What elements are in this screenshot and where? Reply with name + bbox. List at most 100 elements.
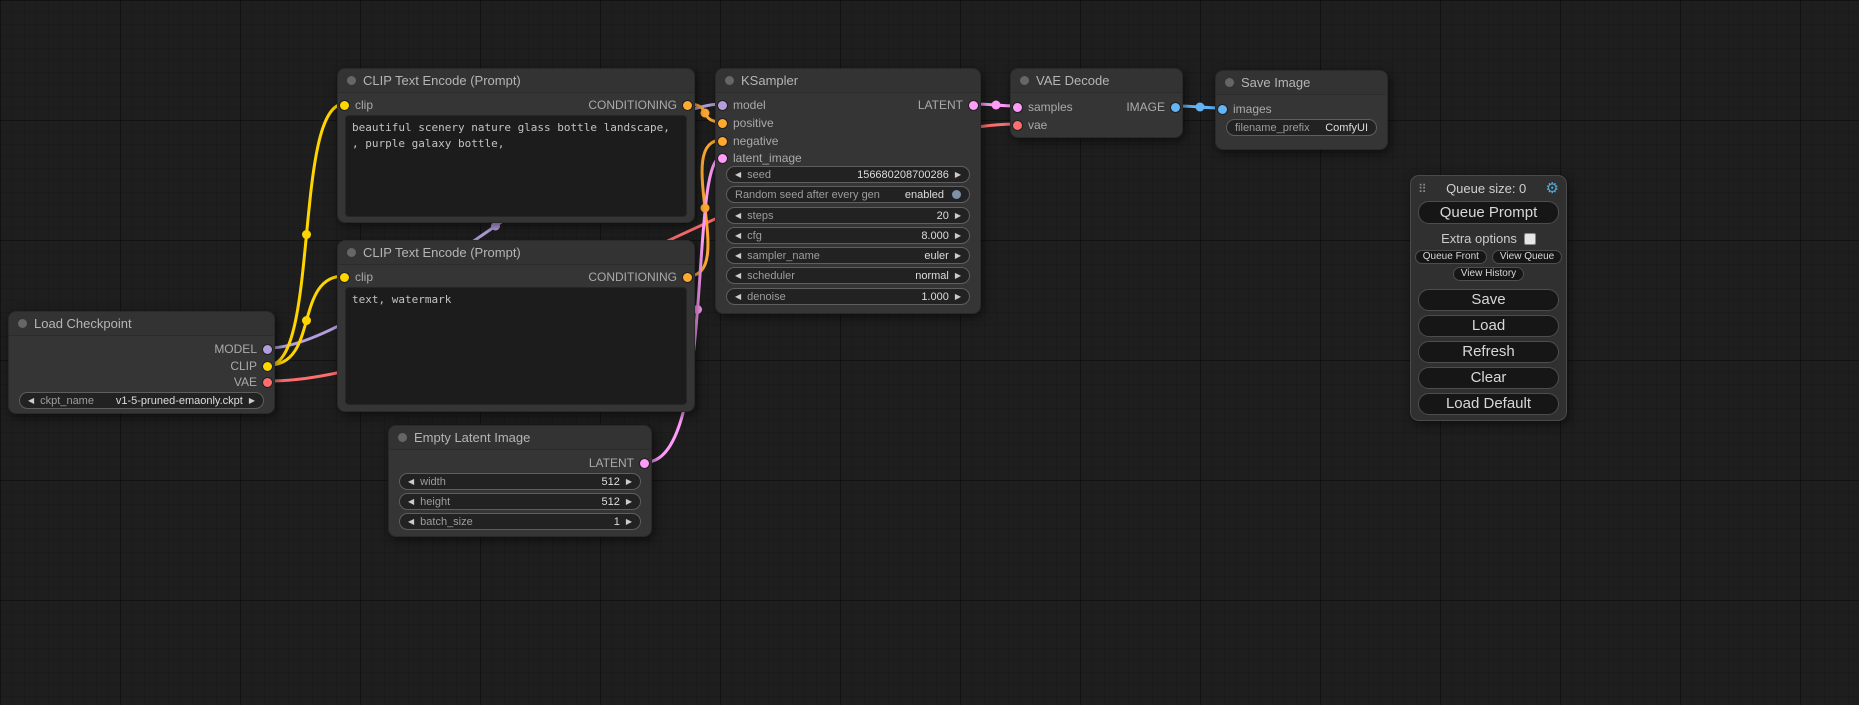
- output-slot-latent[interactable]: LATENT: [589, 455, 649, 471]
- widget-filename-prefix[interactable]: filename_prefix ComfyUI: [1226, 119, 1377, 136]
- slot-dot-image[interactable]: [1171, 103, 1180, 112]
- decrement-arrow-icon[interactable]: ◀: [735, 171, 741, 179]
- slot-dot-clip[interactable]: [340, 101, 349, 110]
- slot-dot-vae[interactable]: [263, 378, 272, 387]
- output-slot-model[interactable]: MODEL: [214, 341, 272, 357]
- output-slot-latent[interactable]: LATENT: [918, 97, 978, 113]
- slot-dot-conditioning[interactable]: [718, 119, 727, 128]
- increment-arrow-icon[interactable]: ▶: [249, 397, 255, 405]
- increment-arrow-icon[interactable]: ▶: [626, 498, 632, 506]
- slot-dot-conditioning[interactable]: [718, 137, 727, 146]
- output-slot-conditioning[interactable]: CONDITIONING: [588, 269, 692, 285]
- decrement-arrow-icon[interactable]: ◀: [408, 518, 414, 526]
- load-button[interactable]: Load: [1418, 315, 1559, 337]
- increment-arrow-icon[interactable]: ▶: [626, 518, 632, 526]
- load-default-button[interactable]: Load Default: [1418, 393, 1559, 415]
- node-clip-text-encode-positive[interactable]: CLIP Text Encode (Prompt) clip CONDITION…: [337, 68, 695, 223]
- output-slot-clip[interactable]: CLIP: [230, 358, 272, 374]
- node-title-bar[interactable]: Load Checkpoint: [9, 312, 274, 336]
- input-slot-latent-image[interactable]: latent_image: [718, 150, 802, 166]
- input-slot-model[interactable]: model: [718, 97, 766, 113]
- decrement-arrow-icon[interactable]: ◀: [735, 212, 741, 220]
- slot-dot-clip[interactable]: [263, 362, 272, 371]
- collapse-dot-icon[interactable]: [398, 433, 407, 442]
- input-slot-images[interactable]: images: [1218, 101, 1272, 117]
- clear-button[interactable]: Clear: [1418, 367, 1559, 389]
- decrement-arrow-icon[interactable]: ◀: [28, 397, 34, 405]
- output-slot-conditioning[interactable]: CONDITIONING: [588, 97, 692, 113]
- node-title-bar[interactable]: CLIP Text Encode (Prompt): [338, 69, 694, 93]
- queue-front-button[interactable]: Queue Front: [1415, 250, 1487, 264]
- widget-width[interactable]: ◀ width 512 ▶: [399, 473, 641, 490]
- node-vae-decode[interactable]: VAE Decode samples vae IMAGE: [1010, 68, 1183, 138]
- increment-arrow-icon[interactable]: ▶: [955, 293, 961, 301]
- widget-height[interactable]: ◀ height 512 ▶: [399, 493, 641, 510]
- input-slot-clip[interactable]: clip: [340, 269, 373, 285]
- slot-dot-conditioning[interactable]: [683, 101, 692, 110]
- collapse-dot-icon[interactable]: [347, 248, 356, 257]
- slot-dot-latent[interactable]: [969, 101, 978, 110]
- increment-arrow-icon[interactable]: ▶: [955, 232, 961, 240]
- view-queue-button[interactable]: View Queue: [1492, 250, 1562, 264]
- node-load-checkpoint[interactable]: Load Checkpoint MODEL CLIP VAE ◀ ckpt_na…: [8, 311, 275, 414]
- collapse-dot-icon[interactable]: [725, 76, 734, 85]
- prompt-textarea[interactable]: beautiful scenery nature glass bottle la…: [345, 115, 687, 217]
- decrement-arrow-icon[interactable]: ◀: [735, 232, 741, 240]
- slot-dot-latent[interactable]: [640, 459, 649, 468]
- queue-prompt-button[interactable]: Queue Prompt: [1418, 201, 1559, 224]
- increment-arrow-icon[interactable]: ▶: [955, 272, 961, 280]
- decrement-arrow-icon[interactable]: ◀: [735, 293, 741, 301]
- input-slot-clip[interactable]: clip: [340, 97, 373, 113]
- slot-dot-model[interactable]: [263, 345, 272, 354]
- collapse-dot-icon[interactable]: [18, 319, 27, 328]
- node-clip-text-encode-negative[interactable]: CLIP Text Encode (Prompt) clip CONDITION…: [337, 240, 695, 412]
- slot-dot-vae[interactable]: [1013, 121, 1022, 130]
- input-slot-samples[interactable]: samples: [1013, 99, 1073, 115]
- node-title-bar[interactable]: KSampler: [716, 69, 980, 93]
- slot-dot-latent[interactable]: [718, 154, 727, 163]
- output-slot-image[interactable]: IMAGE: [1126, 99, 1180, 115]
- widget-batch-size[interactable]: ◀ batch_size 1 ▶: [399, 513, 641, 530]
- node-ksampler[interactable]: KSampler model positive negative latent_…: [715, 68, 981, 314]
- increment-arrow-icon[interactable]: ▶: [626, 478, 632, 486]
- node-title-bar[interactable]: Empty Latent Image: [389, 426, 651, 450]
- collapse-dot-icon[interactable]: [1020, 76, 1029, 85]
- decrement-arrow-icon[interactable]: ◀: [735, 252, 741, 260]
- collapse-dot-icon[interactable]: [347, 76, 356, 85]
- refresh-button[interactable]: Refresh: [1418, 341, 1559, 363]
- increment-arrow-icon[interactable]: ▶: [955, 212, 961, 220]
- node-graph-canvas[interactable]: Load Checkpoint MODEL CLIP VAE ◀ ckpt_na…: [0, 0, 1859, 705]
- settings-gear-icon[interactable]: ⚙: [1546, 181, 1559, 196]
- node-save-image[interactable]: Save Image images filename_prefix ComfyU…: [1215, 70, 1388, 150]
- widget-ckpt-name[interactable]: ◀ ckpt_name v1-5-pruned-emaonly.ckpt ▶: [19, 392, 264, 409]
- prompt-textarea[interactable]: text, watermark: [345, 287, 687, 405]
- widget-scheduler[interactable]: ◀ scheduler normal ▶: [726, 267, 970, 284]
- input-slot-positive[interactable]: positive: [718, 115, 774, 131]
- node-title-bar[interactable]: Save Image: [1216, 71, 1387, 95]
- view-history-button[interactable]: View History: [1453, 267, 1524, 281]
- collapse-dot-icon[interactable]: [1225, 78, 1234, 87]
- widget-steps[interactable]: ◀ steps 20 ▶: [726, 207, 970, 224]
- increment-arrow-icon[interactable]: ▶: [955, 171, 961, 179]
- widget-cfg[interactable]: ◀ cfg 8.000 ▶: [726, 227, 970, 244]
- toggle-dot-icon[interactable]: [952, 190, 961, 199]
- slot-dot-model[interactable]: [718, 101, 727, 110]
- save-button[interactable]: Save: [1418, 289, 1559, 311]
- decrement-arrow-icon[interactable]: ◀: [408, 498, 414, 506]
- widget-sampler-name[interactable]: ◀ sampler_name euler ▶: [726, 247, 970, 264]
- widget-seed[interactable]: ◀ seed 156680208700286 ▶: [726, 166, 970, 183]
- slot-dot-conditioning[interactable]: [683, 273, 692, 282]
- slot-dot-clip[interactable]: [340, 273, 349, 282]
- widget-random-seed-toggle[interactable]: Random seed after every gen enabled: [726, 186, 970, 203]
- slot-dot-latent[interactable]: [1013, 103, 1022, 112]
- node-empty-latent-image[interactable]: Empty Latent Image LATENT ◀ width 512 ▶ …: [388, 425, 652, 537]
- decrement-arrow-icon[interactable]: ◀: [408, 478, 414, 486]
- extra-options-checkbox[interactable]: [1524, 233, 1536, 245]
- slot-dot-image[interactable]: [1218, 105, 1227, 114]
- node-title-bar[interactable]: CLIP Text Encode (Prompt): [338, 241, 694, 265]
- widget-denoise[interactable]: ◀ denoise 1.000 ▶: [726, 288, 970, 305]
- increment-arrow-icon[interactable]: ▶: [955, 252, 961, 260]
- drag-handle-icon[interactable]: ⠿: [1418, 183, 1427, 195]
- decrement-arrow-icon[interactable]: ◀: [735, 272, 741, 280]
- node-title-bar[interactable]: VAE Decode: [1011, 69, 1182, 93]
